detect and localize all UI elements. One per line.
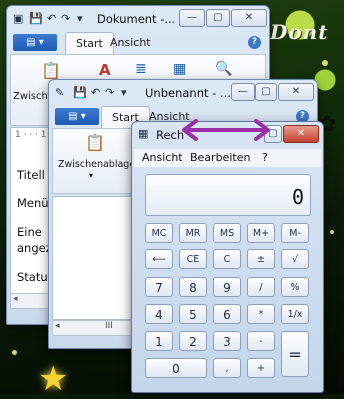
maximize-button[interactable]: ▢ — [255, 83, 277, 101]
tab-view[interactable]: Ansicht — [110, 36, 151, 49]
find-icon[interactable]: 🔍 — [215, 61, 232, 77]
ruler: 1 · · · 1 — [15, 130, 47, 140]
doc-line: Titell — [17, 168, 45, 182]
menu-view[interactable]: Ansicht — [142, 151, 183, 164]
save-icon[interactable]: 💾 — [73, 86, 87, 99]
calculator-icon: ▦ — [138, 127, 149, 140]
key-6[interactable]: 6 — [213, 304, 241, 324]
chevron-down-icon[interactable]: ▾ — [89, 171, 93, 180]
app-icon: ✎ — [55, 86, 65, 99]
close-button[interactable]: ✕ — [278, 83, 314, 101]
key-equals[interactable]: = — [281, 331, 309, 377]
wallpaper-title: Dont — [270, 20, 329, 44]
key-0[interactable]: 0 — [145, 358, 207, 378]
key-c[interactable]: C — [213, 249, 241, 269]
key-reciprocal[interactable]: 1/x — [281, 304, 309, 324]
minimize-button[interactable]: — — [179, 9, 205, 27]
tab-start[interactable]: Start — [65, 32, 114, 54]
key-backspace[interactable]: ⟵ — [145, 249, 173, 269]
font-color-icon[interactable]: A — [99, 61, 111, 79]
menu-edit[interactable]: Bearbeiten — [190, 151, 250, 164]
window-title: Dokument -... — [97, 12, 176, 26]
key-sqrt[interactable]: √ — [281, 249, 309, 269]
key-mr[interactable]: MR — [179, 223, 207, 243]
undo-icon[interactable]: ↶ — [91, 86, 100, 99]
doc-line: Eine — [17, 225, 42, 239]
key-minus[interactable]: - — [247, 331, 275, 351]
doc-line: Statu — [17, 270, 48, 284]
horizontal-scrollbar[interactable]: ◂ III — [52, 320, 132, 336]
key-2[interactable]: 2 — [179, 331, 207, 351]
menubar: Ansicht Bearbeiten ? — [134, 149, 321, 167]
key-7[interactable]: 7 — [145, 277, 173, 297]
doc-line: angez — [17, 241, 52, 255]
key-plus[interactable]: + — [247, 358, 275, 378]
paint-titlebar[interactable]: ✎ 💾 ↶ ↷ ▾ Unbenannt - ... — ▢ ✕ — [49, 80, 317, 106]
wallpaper-dot — [12, 350, 17, 355]
minimize-button[interactable]: — — [231, 83, 255, 101]
key-4[interactable]: 4 — [145, 304, 173, 324]
menu-help[interactable]: ? — [262, 151, 268, 164]
undo-icon[interactable]: ↶ — [47, 12, 56, 25]
key-mminus[interactable]: M- — [281, 223, 309, 243]
display-value: 0 — [291, 185, 304, 209]
star-icon: ★ — [38, 359, 69, 399]
key-multiply[interactable]: * — [247, 304, 275, 324]
paragraph-icon[interactable]: ≣ — [135, 61, 147, 77]
wallpaper-dot — [322, 60, 328, 66]
scroll-left-icon[interactable]: ◂ — [13, 294, 18, 304]
redo-icon[interactable]: ↷ — [105, 86, 114, 99]
key-plusminus[interactable]: ± — [247, 249, 275, 269]
double-arrow-icon — [182, 119, 270, 141]
close-button[interactable]: ✕ — [283, 125, 319, 143]
key-ms[interactable]: MS — [213, 223, 241, 243]
file-menu-button[interactable]: ▤ ▾ — [55, 108, 99, 125]
wordpad-titlebar[interactable]: ▣ 💾 ↶ ↷ ▾ Dokument -... — ▢ ✕ — [7, 6, 269, 32]
key-percent[interactable]: % — [281, 277, 309, 297]
help-icon[interactable]: ? — [248, 36, 261, 49]
key-9[interactable]: 9 — [213, 277, 241, 297]
calculator-window[interactable]: ▦ Rech ▢ ✕ Ansicht Bearbeiten ? 0 MC MR … — [131, 121, 324, 393]
horizontal-scrollbar[interactable]: ◂ — [10, 293, 52, 309]
app-icon: ▣ — [13, 12, 24, 25]
close-button[interactable]: ✕ — [231, 9, 267, 27]
redo-icon[interactable]: ↷ — [61, 12, 70, 25]
picture-icon[interactable]: ▦ — [173, 61, 186, 77]
key-ce[interactable]: CE — [179, 249, 207, 269]
clipboard-icon[interactable]: 📋 — [85, 133, 105, 152]
key-decimal[interactable]: , — [213, 358, 241, 378]
key-1[interactable]: 1 — [145, 331, 173, 351]
ribbon-group-label: Zwischenablage — [58, 159, 136, 170]
key-5[interactable]: 5 — [179, 304, 207, 324]
key-mplus[interactable]: M+ — [247, 223, 275, 243]
key-divide[interactable]: / — [247, 277, 275, 297]
customize-icon[interactable]: ▾ — [77, 12, 83, 25]
file-menu-button[interactable]: ▤ ▾ — [13, 34, 57, 51]
window-title: Unbenannt - ... — [145, 86, 231, 100]
key-mc[interactable]: MC — [145, 223, 173, 243]
scroll-thumb[interactable]: III — [105, 321, 113, 331]
canvas-area[interactable] — [52, 196, 132, 320]
customize-icon[interactable]: ▾ — [121, 86, 127, 99]
ribbon-tabs: ▤ ▾ Start Ansicht ? — [7, 32, 269, 54]
doc-line: Menü — [17, 196, 49, 210]
wallpaper-dot — [330, 230, 334, 234]
scroll-left-icon[interactable]: ◂ — [55, 321, 60, 331]
key-3[interactable]: 3 — [213, 331, 241, 351]
clipboard-icon[interactable]: 📋 — [41, 61, 61, 80]
key-8[interactable]: 8 — [179, 277, 207, 297]
maximize-button[interactable]: ▢ — [206, 9, 230, 27]
save-icon[interactable]: 💾 — [29, 12, 43, 25]
calculator-display: 0 — [145, 174, 311, 216]
